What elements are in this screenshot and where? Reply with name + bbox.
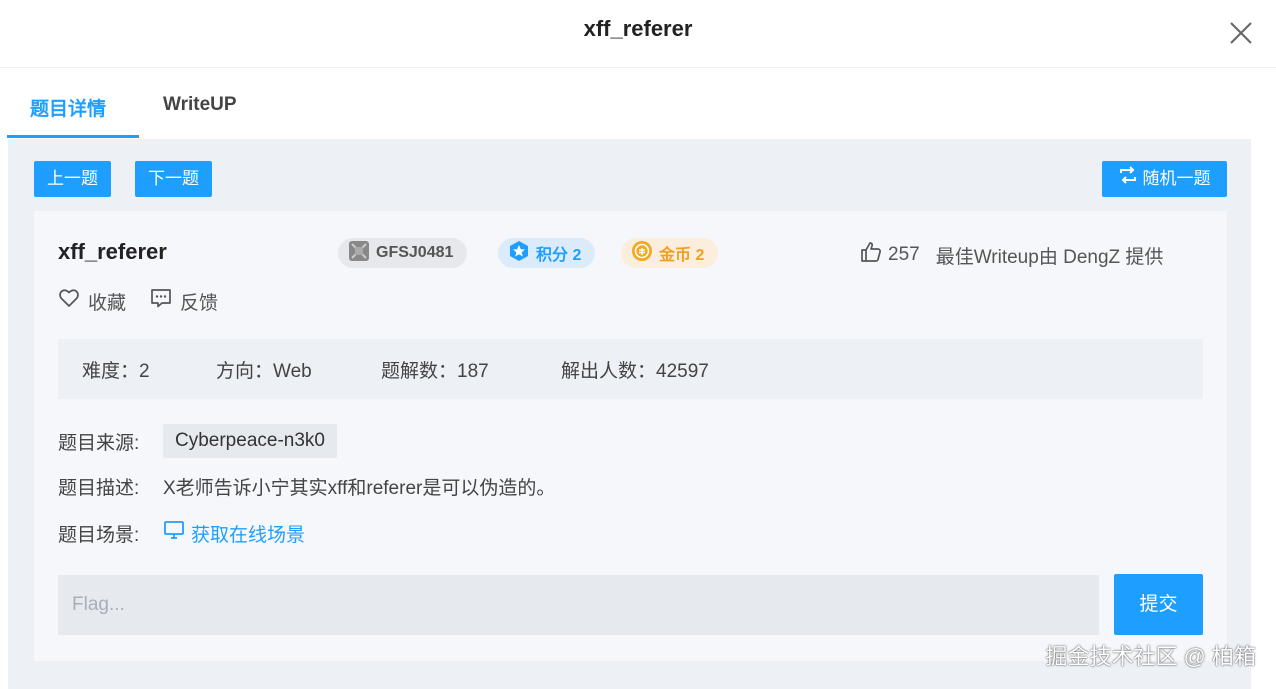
difficulty-stat: 难度：2 [82,360,150,382]
description-label: 题目描述: [58,478,140,499]
challenge-card: xff_referer GFSJ0481 积分 2 金币 2 257 最佳Wri… [34,211,1227,661]
favorite-button[interactable]: 收藏 [58,287,126,315]
writeup-count-stat: 题解数：187 [381,360,489,382]
dialog-title: xff_referer [583,16,693,41]
challenge-name: xff_referer [58,239,167,264]
tab-bar: 题目详情 WriteUP [0,68,1276,140]
challenge-id-badge: GFSJ0481 [338,238,468,268]
score-badge: 积分 2 [498,238,596,268]
shuffle-icon [1119,161,1137,197]
submit-flag-button[interactable]: 提交 [1114,574,1203,635]
description-text: X老师告诉小宁其实xff和referer是可以伪造的。 [163,478,556,499]
prev-challenge-button[interactable]: 上一题 [34,161,111,197]
flag-input[interactable] [58,575,1099,635]
coin-icon [631,240,653,267]
scene-label: 题目场景: [58,524,140,546]
source-tag: Cyberpeace-n3k0 [163,424,337,458]
tab-challenge-details[interactable]: 题目详情 [30,94,106,121]
favorite-label: 收藏 [88,292,127,314]
score-label: 积分 2 [536,247,582,264]
tab-writeup[interactable]: WriteUP [163,94,237,116]
solvers-stat: 解出人数：42597 [561,360,709,382]
challenge-avatar-icon [348,240,370,267]
coin-label: 金币 2 [659,247,705,264]
challenge-actions: 收藏 反馈 [58,287,218,315]
best-writeup-credit[interactable]: 最佳Writeup由 DengZ 提供 [936,242,1164,269]
coin-badge: 金币 2 [621,238,719,268]
close-icon[interactable] [1226,18,1256,48]
heart-icon [58,287,80,315]
challenge-stats: 难度：2 方向：Web 题解数：187 解出人数：42597 [58,339,1203,399]
dialog-header: xff_referer [0,0,1276,68]
feedback-label: 反馈 [180,292,219,314]
scene-row: 题目场景: 获取在线场景 [58,519,305,547]
next-challenge-button[interactable]: 下一题 [135,161,212,197]
likes-count: 257 [888,244,920,265]
challenge-id: GFSJ0481 [376,244,454,261]
message-icon [150,287,172,315]
challenge-panel: 上一题 下一题 随机一题 xff_referer GFSJ0481 积分 2 金… [8,139,1251,689]
get-online-scene-link[interactable]: 获取在线场景 [163,519,305,547]
scene-link-label: 获取在线场景 [191,524,306,546]
source-row: 题目来源: Cyberpeace-n3k0 [58,424,337,458]
feedback-button[interactable]: 反馈 [150,287,218,315]
direction-stat: 方向：Web [216,360,312,382]
monitor-icon [163,519,185,547]
star-badge-icon [508,240,530,267]
description-row: 题目描述: X老师告诉小宁其实xff和referer是可以伪造的。 [58,473,555,500]
source-label: 题目来源: [58,432,140,454]
watermark: 掘金技术社区 @ 柏箱 [1045,644,1256,669]
likes-and-writeup: 257 最佳Writeup由 DengZ 提供 [860,241,1163,269]
thumbs-up-icon[interactable] [860,241,882,269]
active-tab-indicator [7,135,139,138]
random-challenge-label: 随机一题 [1142,169,1211,188]
random-challenge-button[interactable]: 随机一题 [1102,161,1227,197]
